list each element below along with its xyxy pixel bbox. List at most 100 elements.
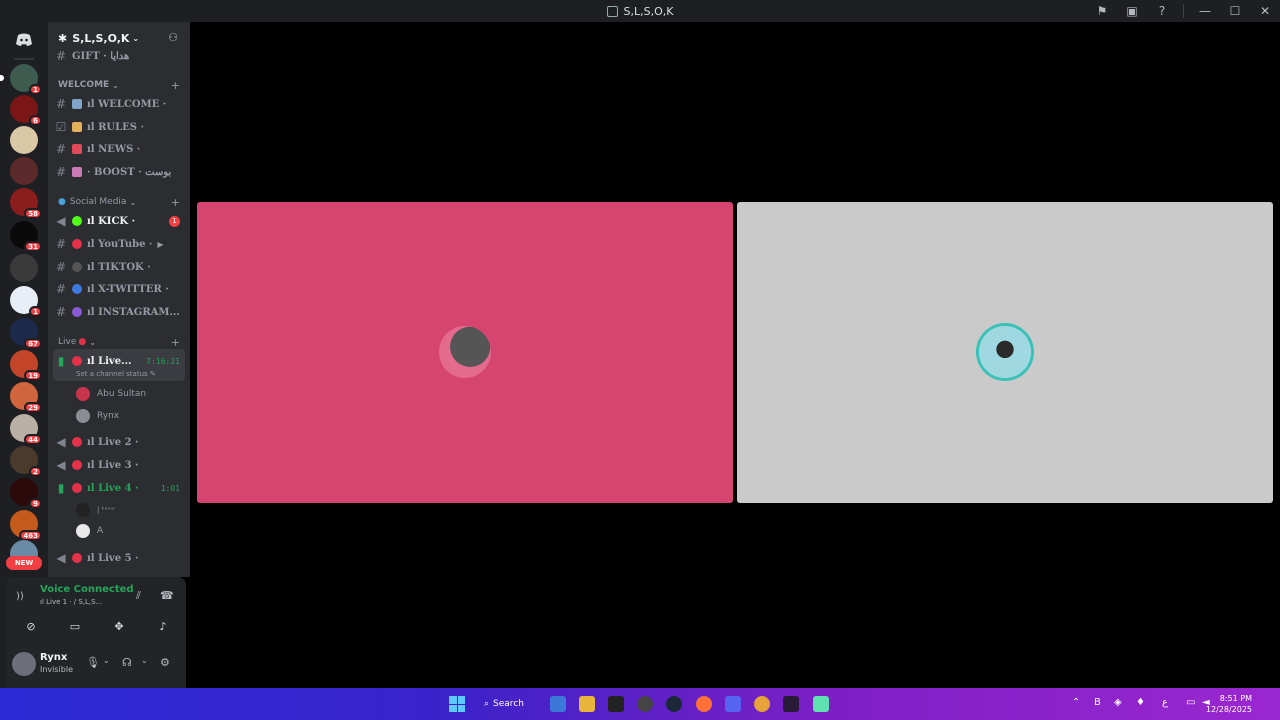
avatar[interactable]	[12, 652, 36, 676]
tray-app-icon[interactable]: B	[1094, 697, 1101, 708]
server-icon[interactable]	[10, 157, 38, 185]
voice-channel-live-3[interactable]: ◀ ıl Live 3 ·	[54, 455, 184, 475]
channel-rules[interactable]: ☑ ıl RULES ·	[54, 117, 184, 137]
channel-tiktok[interactable]: # ıl TIKTOK ·	[54, 257, 184, 277]
voice-member[interactable]: A	[76, 522, 103, 540]
voice-member[interactable]: Rynx	[76, 407, 119, 425]
app-icon[interactable]	[637, 696, 653, 712]
language-indicator[interactable]: ع	[1162, 697, 1168, 708]
voice-channel-live-4[interactable]: ▮ ıl Live 4 · 1:01	[54, 478, 184, 498]
channel-boost[interactable]: # · BOOST · بوست	[54, 162, 184, 182]
soundboard-button[interactable]: ♪	[146, 615, 180, 637]
channel-status[interactable]: Set a channel status ✎	[76, 370, 156, 378]
connection-signal-icon[interactable]: ))	[16, 591, 24, 602]
app-icon[interactable]	[813, 696, 829, 712]
server-icon[interactable]: 2	[10, 446, 42, 477]
file-explorer-icon[interactable]	[579, 696, 595, 712]
add-channel-icon[interactable]: +	[171, 79, 180, 92]
discord-home-icon[interactable]	[10, 26, 38, 54]
server-icon[interactable]	[10, 126, 38, 154]
voice-member[interactable]: Abu Sultan	[76, 385, 146, 403]
server-icon[interactable]: 58	[10, 188, 42, 219]
voice-channel-live-2[interactable]: ◀ ıl Live 2 ·	[54, 432, 184, 452]
category-social-media[interactable]: ● Social Media ⌄ +	[58, 195, 184, 209]
activities-button[interactable]: ✥	[102, 615, 136, 637]
hash-icon: #	[55, 282, 67, 296]
hash-icon: #	[55, 260, 67, 274]
microphone-tray-icon[interactable]: ♦	[1136, 697, 1145, 708]
chevron-down-icon[interactable]: ⌄	[141, 656, 148, 665]
new-servers-pill[interactable]: NEW	[6, 556, 42, 570]
chevron-down-icon[interactable]: ⌄	[103, 656, 110, 665]
taskbar-search[interactable]: ⌕ Search	[484, 696, 524, 712]
user-name[interactable]: Rynx	[40, 652, 67, 663]
category-welcome[interactable]: WELCOME ⌄ +	[58, 78, 184, 92]
channel-label: ıl YouTube ·	[87, 238, 153, 250]
inbox-icon[interactable]: ⚑	[1087, 0, 1117, 22]
channel-label: ıl Live...	[87, 355, 132, 367]
server-icon[interactable]: 463	[10, 510, 42, 541]
server-icon[interactable]: 44	[10, 414, 42, 445]
invite-icon[interactable]: ⚇	[168, 31, 178, 44]
add-channel-icon[interactable]: +	[171, 336, 180, 349]
server-icon[interactable]: 1	[0, 64, 42, 95]
participant-tile[interactable]	[737, 202, 1273, 503]
windows-start-icon[interactable]	[449, 696, 465, 712]
server-icon[interactable]	[10, 254, 38, 282]
youtube-logo-icon	[72, 239, 82, 249]
next-app-icon[interactable]	[783, 696, 799, 712]
tray-expand-icon[interactable]: ⌃	[1072, 697, 1080, 708]
share-screen-button[interactable]: ▭	[58, 615, 92, 637]
channel-x-twitter[interactable]: # ıl X-TWITTER ·	[54, 279, 184, 299]
voice-timer: 1:01	[160, 483, 180, 493]
server-icon[interactable]: 31	[10, 221, 42, 252]
steam-icon[interactable]	[666, 696, 682, 712]
channel-news[interactable]: # ıl NEWS ·	[54, 139, 184, 159]
voice-channel-link[interactable]: ıl Live 1 · / S,L,S...	[40, 598, 102, 606]
category-live[interactable]: Live ● ⌄ +	[58, 335, 184, 349]
widgets-icon[interactable]	[550, 696, 566, 712]
microphone-icon[interactable]: 🎙	[86, 656, 100, 669]
kick-logo-icon	[72, 216, 82, 226]
taskbar-clock[interactable]: 8:51 PM 12/28/2025	[1206, 693, 1252, 715]
screen-share-icon[interactable]: ▣	[1117, 0, 1147, 22]
server-icon[interactable]: 67	[10, 318, 42, 349]
x-logo-icon	[72, 284, 82, 294]
add-channel-icon[interactable]: +	[171, 196, 180, 209]
help-icon[interactable]: ?	[1147, 0, 1177, 22]
channel-kick[interactable]: ◀ ıl KICK · 1	[54, 211, 184, 231]
avatar	[979, 326, 1031, 378]
live-emoji-icon	[72, 483, 82, 493]
channel-label: ıl TIKTOK ·	[87, 261, 151, 273]
disconnect-icon[interactable]: ☎	[160, 589, 174, 602]
headphones-icon[interactable]: ☊	[122, 656, 132, 669]
channel-gift[interactable]: # GIFT · هدايا	[54, 46, 184, 66]
network-icon[interactable]: ▭	[1186, 697, 1195, 708]
guild-name: S,L,S,O,K	[72, 31, 130, 45]
server-icon[interactable]: 6	[10, 95, 42, 126]
server-icon[interactable]: 29	[10, 382, 42, 413]
channel-instagram[interactable]: # ıl INSTAGRAM...	[54, 302, 184, 322]
category-label: WELCOME	[58, 80, 110, 90]
voice-channel-live-1[interactable]: ▮ ıl Live... 7:16:21	[54, 351, 184, 371]
participant-tile[interactable]	[197, 202, 733, 503]
noise-suppression-icon[interactable]: ⫽	[136, 589, 141, 603]
close-button[interactable]: ✕	[1250, 0, 1280, 22]
server-icon[interactable]: 1	[10, 286, 42, 317]
channel-youtube[interactable]: # ıl YouTube · ▶	[54, 234, 184, 254]
channel-welcome[interactable]: # ıl WELCOME ·	[54, 94, 184, 114]
gear-icon[interactable]: ⚙	[160, 656, 170, 669]
server-icon[interactable]: 19	[10, 350, 42, 381]
chrome-icon[interactable]	[754, 696, 770, 712]
voice-channel-live-5[interactable]: ◀ ıl Live 5 ·	[54, 548, 184, 568]
epic-games-icon[interactable]	[608, 696, 624, 712]
maximize-button[interactable]: ☐	[1220, 0, 1250, 22]
voice-member[interactable]: | ᵏᵒᵐᵒ	[76, 501, 115, 519]
camera-off-button[interactable]: ⊘	[14, 615, 48, 637]
channel-emoji-icon	[72, 99, 82, 109]
minimize-button[interactable]: —	[1190, 0, 1220, 22]
server-icon[interactable]: 9	[10, 478, 42, 509]
discord-icon[interactable]	[725, 696, 741, 712]
firefox-icon[interactable]	[696, 696, 712, 712]
tray-app-icon[interactable]: ◈	[1114, 697, 1122, 708]
